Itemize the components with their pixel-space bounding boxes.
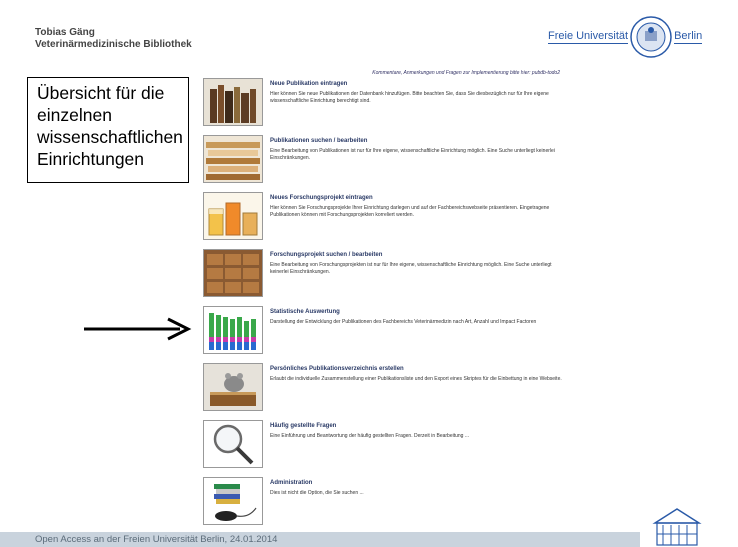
- menu-title[interactable]: Persönliches Publikationsverzeichnis ers…: [270, 366, 404, 372]
- menu-entry-administration[interactable]: Administration Dies ist nicht die Option…: [203, 477, 573, 527]
- callout-line: einzelnen: [37, 105, 112, 125]
- logo-right-text: Berlin: [674, 30, 703, 44]
- menu-description: Dies ist nicht die Option, die Sie suche…: [270, 490, 364, 496]
- menu-title[interactable]: Publikationen suchen / bearbeiten: [270, 138, 367, 144]
- book-stacks-icon[interactable]: [203, 135, 263, 183]
- books-and-mouse-icon[interactable]: [203, 477, 263, 525]
- bar-chart-icon[interactable]: [203, 306, 263, 354]
- library-name: Veterinärmedizinische Bibliothek: [35, 39, 192, 50]
- lab-beakers-icon[interactable]: [203, 192, 263, 240]
- menu-entry-statistics[interactable]: Statistische Auswertung Darstellung der …: [203, 306, 573, 356]
- menu-entry-search-project[interactable]: Forschungsprojekt suchen / bearbeiten Ei…: [203, 249, 573, 299]
- menu-title[interactable]: Neue Publikation eintragen: [270, 81, 347, 87]
- menu-entry-new-project[interactable]: Neues Forschungsprojekt eintragen Hier k…: [203, 192, 573, 242]
- card-catalog-icon[interactable]: [203, 249, 263, 297]
- footer-bar: Open Access an der Freien Universität Be…: [0, 532, 640, 547]
- menu-description: Eine Einführung und Beantwortung der häu…: [270, 433, 470, 439]
- menu-entry-personal-list[interactable]: Persönliches Publikationsverzeichnis ers…: [203, 363, 573, 413]
- menu-description: Darstellung der Entwicklung der Publikat…: [270, 319, 537, 325]
- menu-description: Hier können Sie Forschungsprojekte Ihrer…: [270, 205, 550, 218]
- callout-line: Einrichtungen: [37, 149, 145, 169]
- contact-note[interactable]: Kommentare, Anmerkungen und Fragen zur I…: [370, 70, 560, 76]
- magnifier-icon[interactable]: [203, 420, 263, 468]
- footer-text: Open Access an der Freien Universität Be…: [35, 534, 278, 545]
- logo-left-text: Freie Universität: [548, 30, 629, 44]
- menu-description: Eine Bearbeitung von Publikationen ist n…: [270, 148, 555, 161]
- menu-title[interactable]: Neues Forschungsprojekt eintragen: [270, 195, 373, 201]
- author-name: Tobias Gäng: [35, 27, 95, 38]
- callout-line: wissenschaftlichen: [37, 127, 183, 147]
- fu-berlin-logo[interactable]: Freie Universität Berlin: [548, 14, 703, 60]
- menu-title[interactable]: Forschungsprojekt suchen / bearbeiten: [270, 252, 382, 258]
- menu-description: Eine Bearbeitung von Forschungsprojekten…: [270, 262, 552, 275]
- arrow-icon: [84, 317, 192, 341]
- author-block: Tobias Gäng Veterinärmedizinische Biblio…: [35, 27, 192, 51]
- books-icon[interactable]: [203, 78, 263, 126]
- menu-entry-search-publications[interactable]: Publikationen suchen / bearbeiten Eine B…: [203, 135, 573, 185]
- menu-entry-new-publication[interactable]: Neue Publikation eintragen Hier können S…: [203, 78, 573, 128]
- callout-box: Übersicht für die einzelnen wissenschaft…: [27, 77, 189, 183]
- menu-description: Erlaubt die individuelle Zusammenstellun…: [270, 376, 562, 382]
- menu-title[interactable]: Statistische Auswertung: [270, 309, 340, 315]
- building-icon: [652, 508, 702, 546]
- menu-description: Hier können Sie neue Publikationen der D…: [270, 91, 549, 104]
- university-seal-icon: [630, 16, 672, 58]
- menu-title[interactable]: Administration: [270, 480, 312, 486]
- menu-entry-faq[interactable]: Häufig gestellte Fragen Eine Einführung …: [203, 420, 573, 470]
- callout-line: Übersicht für die: [37, 83, 165, 103]
- mouse-on-book-icon[interactable]: [203, 363, 263, 411]
- menu-title[interactable]: Häufig gestellte Fragen: [270, 423, 336, 429]
